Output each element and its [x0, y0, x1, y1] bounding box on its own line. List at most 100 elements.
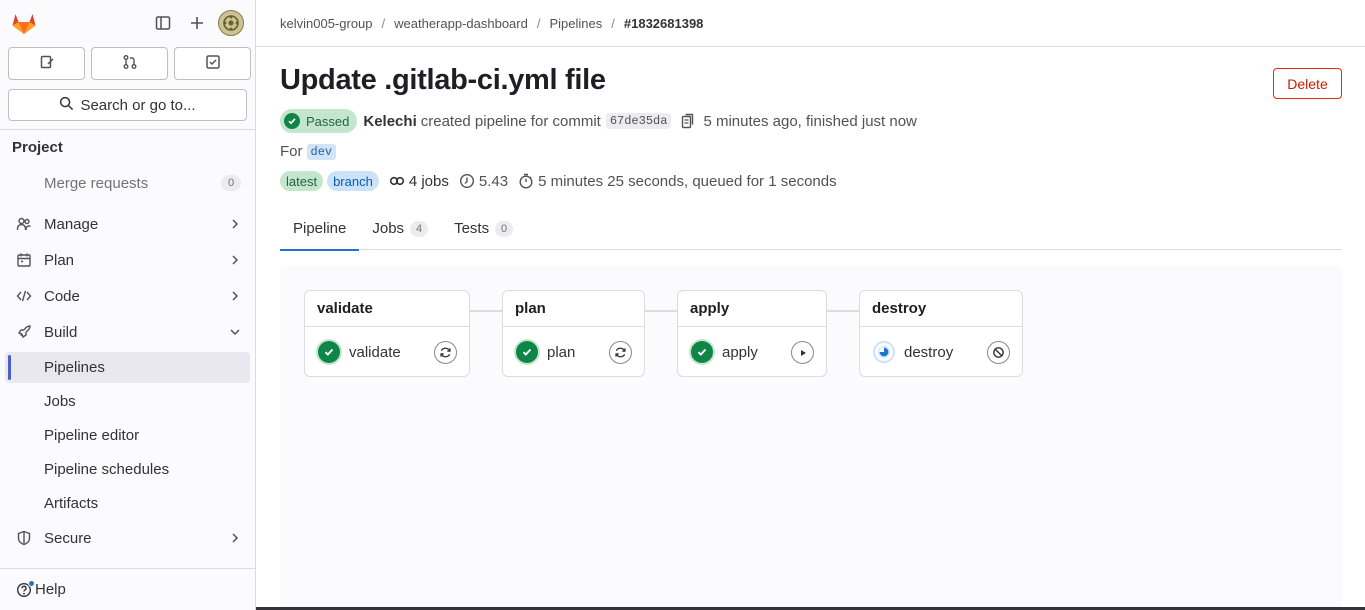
chevron-right-icon [229, 217, 241, 231]
stage-validate: validate validate [304, 290, 470, 377]
status-success-icon [318, 341, 340, 363]
sidebar-toggle-icon[interactable] [150, 9, 176, 37]
sidebar-item-code[interactable]: Code [0, 278, 255, 314]
ref-link[interactable]: dev [306, 143, 337, 160]
status-success-icon [691, 341, 713, 363]
merge-request-icon [122, 54, 138, 73]
ref-row: For dev [280, 143, 337, 160]
compute-value: 5.43 [478, 172, 509, 190]
sidebar-item-merge-requests[interactable]: Merge requests 0 [0, 166, 255, 200]
tab-count: 0 [495, 220, 514, 237]
retry-icon[interactable] [609, 341, 632, 364]
latest-badge: latest [280, 171, 324, 191]
job-name: validate [349, 343, 401, 361]
todo-icon [205, 54, 221, 73]
breadcrumb-group[interactable]: kelvin005-group [280, 16, 373, 31]
chevron-down-icon [229, 325, 241, 339]
sidebar-item-artifacts[interactable]: Artifacts [0, 486, 255, 520]
play-icon[interactable] [791, 341, 814, 364]
sidebar-item-pipeline-editor[interactable]: Pipeline editor [0, 418, 255, 452]
stage-plan: plan plan [502, 290, 645, 377]
issues-icon [39, 54, 55, 73]
shield-icon [15, 529, 33, 547]
sidebar-item-label: Pipeline schedules [44, 460, 170, 478]
stage-title: apply [678, 291, 826, 327]
plus-icon[interactable] [184, 9, 210, 37]
duration: 5 minutes 25 seconds, queued for 1 secon… [518, 173, 837, 190]
stage-title: destroy [860, 291, 1022, 327]
breadcrumb-pipelines[interactable]: Pipelines [549, 16, 602, 31]
users-icon [15, 215, 33, 233]
stage-destroy: destroy destroy [859, 290, 1023, 377]
chevron-right-icon [229, 531, 241, 545]
tab-pipeline[interactable]: Pipeline [280, 207, 360, 251]
stage-apply: apply apply [677, 290, 827, 377]
avatar[interactable] [218, 10, 244, 36]
sidebar-item-label: Merge requests [44, 174, 149, 192]
sidebar-item-jobs[interactable]: Jobs [0, 384, 255, 418]
tab-tests[interactable]: Tests 0 [441, 207, 526, 250]
search-button[interactable]: Search or go to... [8, 89, 247, 121]
commit-sha[interactable]: 67de35da [605, 113, 672, 129]
job-name: apply [722, 343, 758, 361]
breadcrumb-separator: / [611, 16, 615, 31]
stage-connector [470, 310, 502, 312]
author-link[interactable]: Kelechi [363, 113, 416, 130]
check-circle-icon [284, 113, 300, 129]
pipeline-tabs: Pipeline Jobs 4 Tests 0 [280, 207, 1342, 251]
sidebar-header [0, 0, 256, 46]
help-button[interactable]: Help [16, 579, 66, 598]
created-text: created pipeline for commit [420, 112, 601, 130]
merge-requests-button[interactable] [91, 47, 168, 80]
code-icon [15, 287, 33, 305]
delete-button[interactable]: Delete [1273, 68, 1342, 99]
sidebar-item-plan[interactable]: Plan [0, 242, 255, 278]
jobs-count-label: 4 jobs [408, 172, 449, 190]
cancel-icon[interactable] [987, 341, 1010, 364]
status-badge[interactable]: Passed [280, 109, 358, 133]
breadcrumb: kelvin005-group / weatherapp-dashboard /… [280, 16, 703, 31]
todos-button[interactable] [174, 47, 251, 80]
issues-button[interactable] [8, 47, 85, 80]
tab-count: 4 [410, 220, 429, 237]
sidebar-item-pipelines[interactable]: Pipelines [5, 352, 250, 383]
sidebar-item-label: Artifacts [44, 494, 99, 512]
copy-icon[interactable] [681, 113, 695, 129]
breadcrumb-current[interactable]: #1832681398 [624, 16, 704, 31]
planning-icon [15, 251, 33, 269]
breadcrumb-project[interactable]: weatherapp-dashboard [394, 16, 528, 31]
sidebar-item-label: Pipeline editor [44, 426, 140, 444]
sidebar-item-secure[interactable]: Secure [0, 520, 255, 556]
job-apply[interactable]: apply [678, 327, 826, 377]
sidebar-item-build[interactable]: Build [0, 314, 255, 350]
tab-jobs[interactable]: Jobs 4 [359, 207, 441, 250]
sidebar-nav: Merge requests 0 Manage Plan Code Build … [0, 166, 255, 556]
sidebar-item-pipeline-schedules[interactable]: Pipeline schedules [0, 452, 255, 486]
help-label: Help [35, 581, 66, 598]
for-label: For [280, 143, 303, 160]
job-plan[interactable]: plan [503, 327, 644, 377]
job-validate[interactable]: validate [305, 327, 469, 377]
stage-title: plan [503, 291, 644, 327]
jobs-count: 4 jobs [389, 173, 449, 190]
compute-usage: 5.43 [459, 173, 508, 190]
stage-connector [645, 310, 677, 312]
pipeline-meta: Passed Kelechi created pipeline for comm… [280, 109, 917, 133]
sidebar-item-label: Build [44, 323, 78, 341]
job-name: destroy [904, 343, 954, 361]
sidebar-divider [0, 129, 255, 130]
status-label: Passed [306, 113, 350, 129]
rocket-icon [15, 323, 33, 341]
top-bar: kelvin005-group / weatherapp-dashboard /… [256, 0, 1365, 47]
sidebar-item-label: Pipelines [44, 359, 105, 376]
pipeline-time: 5 minutes ago, finished just now [703, 112, 917, 130]
sidebar-item-manage[interactable]: Manage [0, 206, 255, 242]
retry-icon[interactable] [434, 341, 457, 364]
tab-label: Pipeline [293, 220, 347, 237]
search-icon [59, 96, 74, 115]
pipeline-graph: validate validate plan plan apply apply … [280, 266, 1342, 610]
stage-title: validate [305, 291, 469, 327]
stage-connector [827, 310, 859, 312]
job-destroy[interactable]: destroy [860, 327, 1022, 377]
gitlab-logo-icon[interactable] [10, 9, 38, 37]
